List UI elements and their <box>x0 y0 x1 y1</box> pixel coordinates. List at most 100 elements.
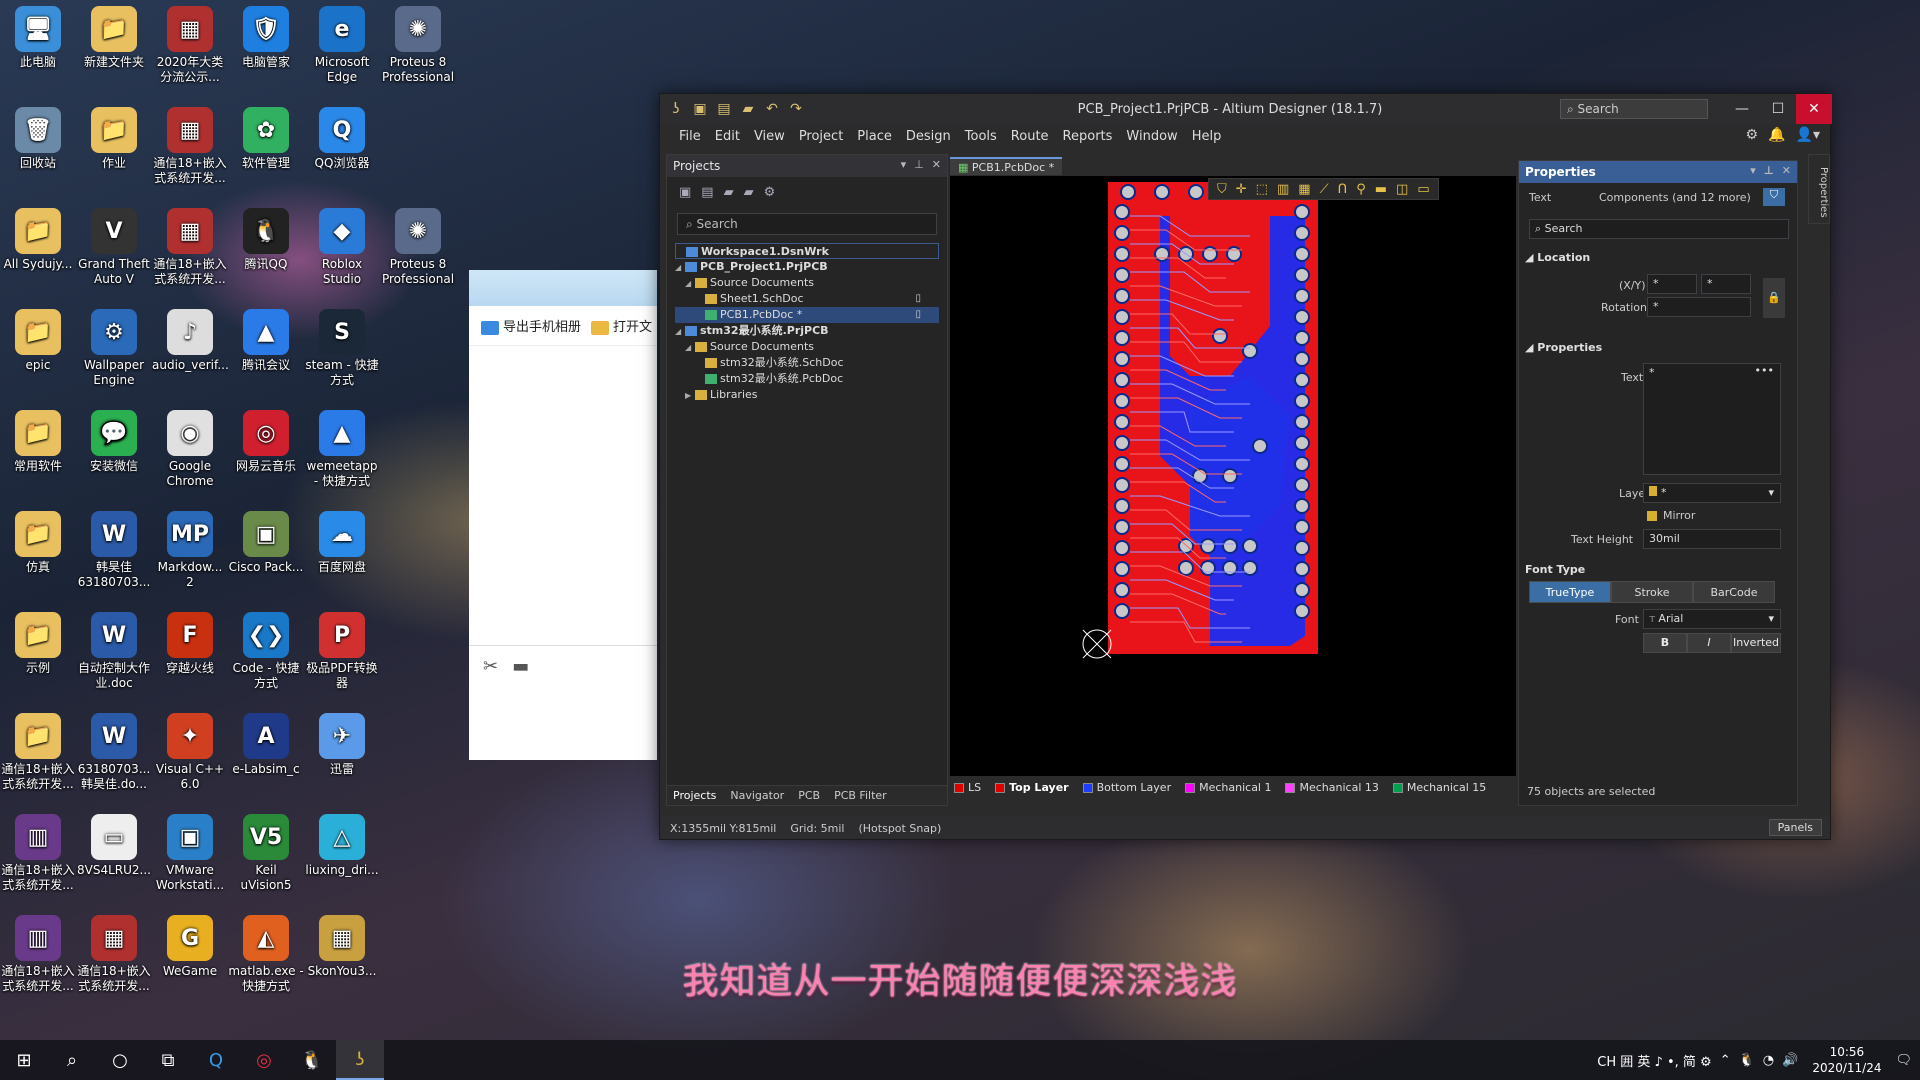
panel-tab-pcb-filter[interactable]: PCB Filter <box>834 789 887 802</box>
desktop-icon[interactable]: V5 Keil uVision5 <box>228 810 304 893</box>
menu-item-help[interactable]: Help <box>1185 129 1229 144</box>
collapse-arrow-icon[interactable]: ◢ <box>685 340 695 356</box>
pad[interactable] <box>1200 560 1216 576</box>
global-search-input[interactable]: ⌕ Search <box>1560 99 1708 119</box>
pad[interactable] <box>1114 582 1130 598</box>
x-input[interactable]: * <box>1647 274 1697 294</box>
pin-icon[interactable]: ⊥ <box>1764 164 1774 177</box>
collapse-arrow-icon[interactable]: ◢ <box>675 324 685 340</box>
more-options-icon[interactable]: ••• <box>1755 364 1774 377</box>
pcb-canvas[interactable]: ⛉ ✛ ⬚ ▥ ▦ ⟋ ᑎ ⚲ ▬ ◫ ▭ <box>950 176 1516 776</box>
desktop-icon[interactable]: 📁 作业 <box>76 103 152 171</box>
pcb-board-drawing[interactable] <box>950 176 1516 776</box>
tree-item[interactable]: stm32最小系统.SchDoc <box>675 355 939 371</box>
desktop-icon[interactable]: Q QQ浏览器 <box>304 103 380 171</box>
filter-value[interactable]: Components (and 12 more) <box>1599 191 1751 204</box>
netease-music-taskbar-icon[interactable]: ◎ <box>240 1040 288 1080</box>
properties-section-header[interactable]: ◢ Properties <box>1525 341 1602 354</box>
desktop-icon[interactable]: 📁 仿真 <box>0 507 76 575</box>
cortana-icon[interactable]: ○ <box>96 1040 144 1080</box>
layer-tab[interactable]: Bottom Layer <box>1082 781 1171 794</box>
document-tab-pcb1[interactable]: ▦ PCB1.PcbDoc * <box>950 157 1063 175</box>
panel-tab-navigator[interactable]: Navigator <box>730 789 784 802</box>
italic-button[interactable]: I <box>1687 633 1731 653</box>
properties-search-input[interactable]: ⌕ Search <box>1529 219 1789 239</box>
windows-start-button[interactable]: ⊞ <box>0 1040 48 1080</box>
desktop-icon[interactable]: ▲ wemeetapp - 快捷方式 <box>304 406 380 489</box>
desktop-icon[interactable]: ☁ 百度网盘 <box>304 507 380 575</box>
desktop-icon[interactable]: 💬 安装微信 <box>76 406 152 474</box>
pad[interactable] <box>1114 498 1130 514</box>
pad[interactable] <box>1222 468 1238 484</box>
menu-item-view[interactable]: View <box>747 129 792 144</box>
panel-menu-icon[interactable]: ▾ <box>1750 164 1756 177</box>
pad[interactable] <box>1294 435 1310 451</box>
pad[interactable] <box>1114 204 1130 220</box>
desktop-icon[interactable]: 📁 All Sydujy... <box>0 204 76 272</box>
pad[interactable] <box>1114 414 1130 430</box>
desktop-icon[interactable]: ◆ Roblox Studio <box>304 204 380 287</box>
bold-button[interactable]: B <box>1643 633 1687 653</box>
line-icon[interactable]: ◫ <box>1396 182 1408 197</box>
layer-tab[interactable]: LS <box>954 781 981 794</box>
qq-browser-taskbar-icon[interactable]: Q <box>192 1040 240 1080</box>
desktop-icon[interactable]: ▥ 通信18+嵌入式系统开发... <box>0 810 76 893</box>
desktop-icon[interactable]: ⚙ Wallpaper Engine <box>76 305 152 388</box>
tree-item[interactable]: ◢ PCB_Project1.PrjPCB <box>675 259 939 275</box>
pad[interactable] <box>1154 184 1170 200</box>
folder-add-icon[interactable]: ▰ <box>744 185 754 200</box>
select-icon[interactable]: ⬚ <box>1256 182 1268 197</box>
folder-icon[interactable]: ▬ <box>512 656 529 677</box>
pad[interactable] <box>1114 435 1130 451</box>
pad[interactable] <box>1294 456 1310 472</box>
desktop-icon[interactable]: ◉ Google Chrome <box>152 406 228 489</box>
pad[interactable] <box>1114 603 1130 619</box>
desktop-icon[interactable]: 🖥 此电脑 <box>0 2 76 70</box>
desktop-icon[interactable]: ✺ Proteus 8 Professional <box>380 2 456 85</box>
desktop-icon[interactable]: ▣ Cisco Pack... <box>228 507 304 575</box>
desktop-icon[interactable]: ▦ 2020年大类分流公示... <box>152 2 228 85</box>
tree-item[interactable]: ◢ Source Documents <box>675 275 939 291</box>
y-input[interactable]: * <box>1701 274 1751 294</box>
move-icon[interactable]: ✛ <box>1236 182 1247 197</box>
tree-item[interactable]: Sheet1.SchDoc ▯ <box>675 291 939 307</box>
background-window[interactable]: 导出手机相册 打开文 ✂ ▬ <box>469 270 657 760</box>
menu-item-edit[interactable]: Edit <box>708 129 747 144</box>
pad[interactable] <box>1294 372 1310 388</box>
tree-item[interactable]: PCB1.PcbDoc * ▯ <box>675 307 939 323</box>
notification-icon[interactable]: 🗨 <box>1895 1053 1912 1068</box>
desktop-icon[interactable]: 📁 常用软件 <box>0 406 76 474</box>
pad[interactable] <box>1114 246 1130 262</box>
pad[interactable] <box>1114 288 1130 304</box>
text-value-input[interactable]: * ••• <box>1643 363 1781 475</box>
desktop-icon[interactable]: W 63180703... 韩昊佳.do... <box>76 709 152 792</box>
background-window-titlebar[interactable] <box>469 270 657 306</box>
desktop-icon[interactable]: F 穿越火线 <box>152 608 228 676</box>
desktop-icon[interactable]: ▦ 通信18+嵌入式系统开发... <box>152 103 228 186</box>
desktop-icon[interactable]: 🐧 腾讯QQ <box>228 204 304 272</box>
bell-icon[interactable]: 🔔 <box>1768 127 1785 143</box>
pad[interactable] <box>1114 309 1130 325</box>
panel-menu-icon[interactable]: ▾ <box>901 158 907 171</box>
filter-funnel-icon[interactable]: ⛉ <box>1763 188 1785 206</box>
desktop-icon[interactable]: V Grand Theft Auto V <box>76 204 152 287</box>
pad[interactable] <box>1114 372 1130 388</box>
panel-tab-projects[interactable]: Projects <box>673 789 716 802</box>
pad[interactable] <box>1294 477 1310 493</box>
desktop-icon[interactable]: 📁 新建文件夹 <box>76 2 152 70</box>
collapse-arrow-icon[interactable]: ◢ <box>675 260 685 276</box>
pad[interactable] <box>1212 328 1228 344</box>
open-icon[interactable]: ▰ <box>740 101 756 117</box>
pad[interactable] <box>1294 414 1310 430</box>
altium-taskbar-icon[interactable]: ʖ <box>336 1040 384 1080</box>
save-icon[interactable]: ▣ <box>692 101 708 117</box>
pad[interactable] <box>1222 538 1238 554</box>
save-project-icon[interactable]: ▣ <box>679 185 691 200</box>
desktop-icon[interactable]: ▭ 8VS4LRU2... <box>76 810 152 878</box>
desktop-icon[interactable]: ◎ 网易云音乐 <box>228 406 304 474</box>
desktop-icon[interactable]: e Microsoft Edge <box>304 2 380 85</box>
folder-open-icon[interactable]: ▰ <box>724 185 734 200</box>
menu-item-design[interactable]: Design <box>899 129 958 144</box>
component-icon[interactable]: ▦ <box>1298 182 1310 197</box>
mirror-checkbox[interactable] <box>1647 511 1657 521</box>
